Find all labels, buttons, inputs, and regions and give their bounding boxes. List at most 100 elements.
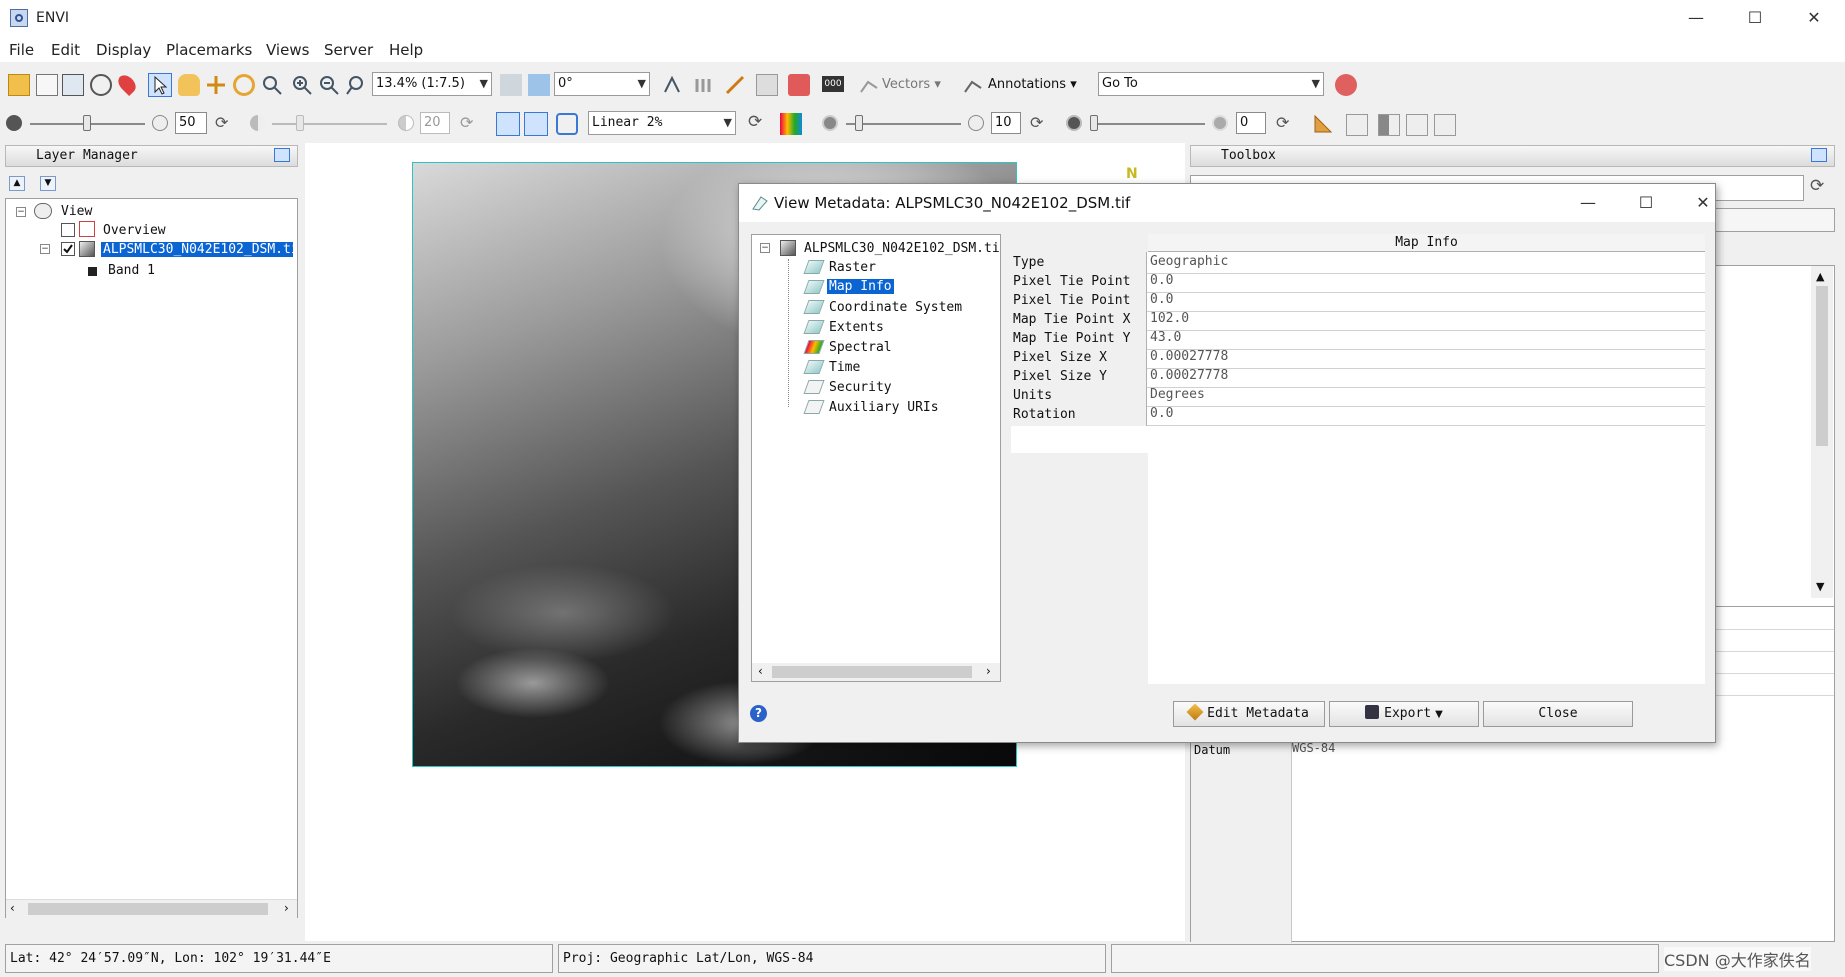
transparency-input[interactable]: 0 — [1236, 112, 1266, 134]
dock-icon[interactable] — [274, 148, 290, 162]
edit-metadata-button[interactable]: Edit Metadata — [1173, 701, 1325, 727]
refresh-icon[interactable]: ⟳ — [215, 113, 228, 132]
collapse-all-icon[interactable]: ▲ — [9, 176, 25, 191]
contrast-slider-track[interactable] — [272, 123, 387, 125]
refresh-icon[interactable]: ⟳ — [748, 112, 762, 132]
close-button[interactable]: ✕ — [1794, 6, 1834, 30]
stretch-combo[interactable]: Linear 2% ▼ — [588, 111, 736, 135]
overview-checkbox[interactable] — [61, 223, 75, 237]
view-flicker-icon[interactable] — [1378, 114, 1400, 136]
placemark-icon[interactable] — [114, 71, 140, 97]
sharpen-slider-thumb[interactable] — [855, 115, 863, 131]
tree-item-coordinate-system[interactable]: Coordinate System — [829, 300, 962, 315]
annotations-menu[interactable]: Annotations ▾ — [988, 77, 1077, 92]
tree-item-map-info[interactable]: Map Info — [827, 279, 894, 294]
menu-help[interactable]: Help — [389, 41, 423, 59]
view-extent-icon[interactable] — [524, 112, 548, 136]
data-manager-icon[interactable] — [36, 74, 58, 96]
full-extent-icon[interactable] — [496, 112, 520, 136]
scroll-thumb[interactable] — [28, 903, 268, 915]
crosshair-icon[interactable] — [661, 74, 683, 96]
view-blend-icon[interactable] — [1346, 114, 1368, 136]
tree-root-label[interactable]: ALPSMLC30_N042E102_DSM.tif — [804, 241, 1000, 256]
menu-views[interactable]: Views — [266, 41, 309, 59]
tree-item-raster[interactable]: Raster — [829, 260, 876, 275]
menu-display[interactable]: Display — [96, 41, 151, 59]
scroll-down-icon[interactable]: ▼ — [1816, 580, 1824, 593]
export-button[interactable]: Export ▼ — [1329, 701, 1479, 727]
zoom-combo[interactable]: 13.4% (1:7.5) ▼ — [372, 72, 492, 96]
select-cursor-icon[interactable] — [148, 73, 172, 97]
dialog-maximize-button[interactable]: ☐ — [1626, 191, 1666, 215]
tree-item-security[interactable]: Security — [829, 380, 892, 395]
tree-hscrollbar[interactable]: ‹ › — [752, 663, 1000, 681]
zoom-out-icon[interactable] — [318, 74, 340, 96]
layer-checkbox[interactable] — [61, 242, 75, 256]
open-folder-icon[interactable] — [8, 74, 30, 96]
refresh-icon[interactable]: ⟳ — [1030, 113, 1043, 132]
expand-all-icon[interactable]: ▼ — [40, 176, 56, 191]
goto-combo[interactable]: Go To ▼ — [1098, 72, 1324, 96]
scroll-thumb[interactable] — [772, 666, 972, 678]
measure-icon[interactable] — [724, 74, 746, 96]
help-icon[interactable]: ? — [750, 705, 767, 722]
refresh-icon[interactable]: ⟳ — [1276, 113, 1289, 132]
crosshair-settings-icon[interactable] — [1335, 74, 1357, 96]
roi-icon[interactable] — [788, 74, 810, 96]
rotate-icon[interactable] — [233, 74, 255, 96]
transparency-slider-track[interactable] — [1090, 123, 1205, 125]
vectors-icon[interactable] — [858, 74, 880, 96]
dialog-minimize-button[interactable]: — — [1568, 191, 1608, 215]
menu-edit[interactable]: Edit — [51, 41, 80, 59]
dock-icon[interactable] — [1811, 148, 1827, 162]
rotate-north-icon[interactable] — [528, 74, 550, 96]
menu-server[interactable]: Server — [324, 41, 373, 59]
menu-file[interactable]: File — [9, 41, 34, 59]
portal-icon[interactable] — [1312, 113, 1334, 135]
color-table-icon[interactable] — [780, 113, 802, 135]
collapse-toggle[interactable]: − — [40, 244, 50, 254]
menu-placemarks[interactable]: Placemarks — [166, 41, 252, 59]
dialog-close-x-button[interactable]: ✕ — [1683, 191, 1723, 215]
tree-item-spectral[interactable]: Spectral — [829, 340, 892, 355]
row-value[interactable]: 0.0 — [1148, 404, 1173, 426]
zoom-box-icon[interactable] — [261, 74, 283, 96]
view-swipe-icon[interactable] — [1406, 114, 1428, 136]
pixel-value-icon[interactable]: 000 — [822, 76, 844, 92]
pan-icon[interactable] — [90, 74, 112, 96]
close-button[interactable]: Close — [1483, 701, 1633, 727]
vectors-menu[interactable]: Vectors ▾ — [882, 77, 941, 92]
brightness-input[interactable]: 50 — [175, 112, 207, 134]
bars-icon[interactable] — [692, 74, 714, 96]
tree-layer-label[interactable]: ALPSMLC30_N042E102_DSM.tif — [101, 242, 293, 257]
brightness-slider-thumb[interactable] — [83, 115, 91, 131]
tree-band-label[interactable]: Band 1 — [108, 263, 155, 278]
rotation-combo[interactable]: 0° ▼ — [554, 72, 650, 96]
layer-tree-hscrollbar[interactable]: ‹ › — [6, 899, 297, 918]
scroll-left-icon[interactable]: ‹ — [758, 664, 763, 678]
collapse-toggle[interactable]: − — [760, 243, 770, 253]
tree-item-time[interactable]: Time — [829, 360, 860, 375]
toolbox-vscrollbar[interactable]: ▲ ▼ — [1811, 266, 1833, 598]
zoom-in-icon[interactable] — [291, 74, 313, 96]
maximize-button[interactable]: ☐ — [1735, 6, 1775, 30]
chip-view-icon[interactable] — [1434, 114, 1456, 136]
sharpen-input[interactable]: 10 — [991, 112, 1021, 134]
tree-item-extents[interactable]: Extents — [829, 320, 884, 335]
collapse-toggle[interactable]: − — [16, 207, 26, 217]
contrast-slider-thumb[interactable] — [296, 115, 304, 131]
zoom-full-icon[interactable] — [345, 74, 367, 96]
scroll-right-icon[interactable]: › — [284, 901, 289, 915]
scroll-right-icon[interactable]: › — [986, 664, 991, 678]
tree-overview-label[interactable]: Overview — [103, 223, 166, 238]
sharpen-slider-track[interactable] — [846, 123, 961, 125]
fly-icon[interactable] — [205, 74, 227, 96]
zoom-extent-icon[interactable] — [556, 113, 578, 135]
transparency-slider-thumb[interactable] — [1090, 115, 1098, 131]
tree-item-auxiliary-uris[interactable]: Auxiliary URIs — [829, 400, 939, 415]
rotate-left-icon[interactable] — [500, 74, 522, 96]
chip-icon[interactable] — [756, 74, 778, 96]
minimize-button[interactable]: — — [1676, 6, 1716, 30]
tree-view-label[interactable]: View — [61, 204, 92, 219]
hand-pan-icon[interactable] — [178, 74, 200, 96]
